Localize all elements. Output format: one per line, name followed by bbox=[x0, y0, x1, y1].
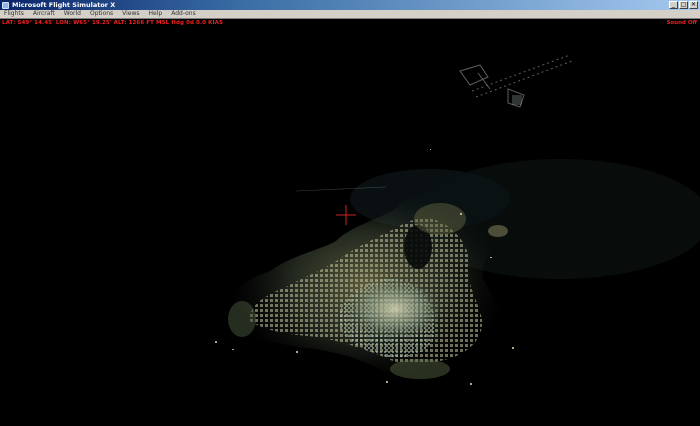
position-readout: LAT: S49° 14.45' LON: W65° 19.25' ALT: 1… bbox=[2, 20, 224, 26]
sound-status: Sound Off bbox=[666, 20, 697, 26]
close-button[interactable]: ✕ bbox=[689, 1, 698, 9]
minimize-button[interactable]: _ bbox=[669, 1, 678, 9]
menu-aircraft[interactable]: Aircraft bbox=[29, 10, 60, 18]
sim-viewport[interactable]: LAT: S49° 14.45' LON: W65° 19.25' ALT: 1… bbox=[0, 19, 700, 426]
airport-apron bbox=[512, 95, 522, 105]
flight-simulator-icon[interactable] bbox=[2, 1, 9, 9]
window-controls: _ □ ✕ bbox=[669, 1, 698, 9]
downtown-core bbox=[347, 279, 443, 339]
menu-bar: Flights Aircraft World Options Views Hel… bbox=[0, 10, 700, 19]
outlying-lights-west bbox=[228, 301, 256, 337]
night-scenery bbox=[215, 54, 700, 385]
title-bar[interactable]: Microsoft Flight Simulator X _ □ ✕ bbox=[0, 0, 700, 10]
crosshair-icon bbox=[336, 205, 356, 225]
menu-world[interactable]: World bbox=[60, 10, 86, 18]
window-title: Microsoft Flight Simulator X bbox=[12, 1, 116, 9]
maximize-button[interactable]: □ bbox=[679, 1, 688, 9]
outlying-lights bbox=[414, 203, 466, 235]
menu-views[interactable]: Views bbox=[118, 10, 144, 18]
menu-add-ons[interactable]: Add-ons bbox=[167, 10, 201, 18]
menu-flights[interactable]: Flights bbox=[0, 10, 29, 18]
outlying-lights-south bbox=[390, 359, 450, 379]
app-window: Microsoft Flight Simulator X _ □ ✕ Fligh… bbox=[0, 0, 700, 426]
outlying-lights-east bbox=[488, 225, 508, 237]
menu-options[interactable]: Options bbox=[86, 10, 118, 18]
menu-help[interactable]: Help bbox=[145, 10, 168, 18]
